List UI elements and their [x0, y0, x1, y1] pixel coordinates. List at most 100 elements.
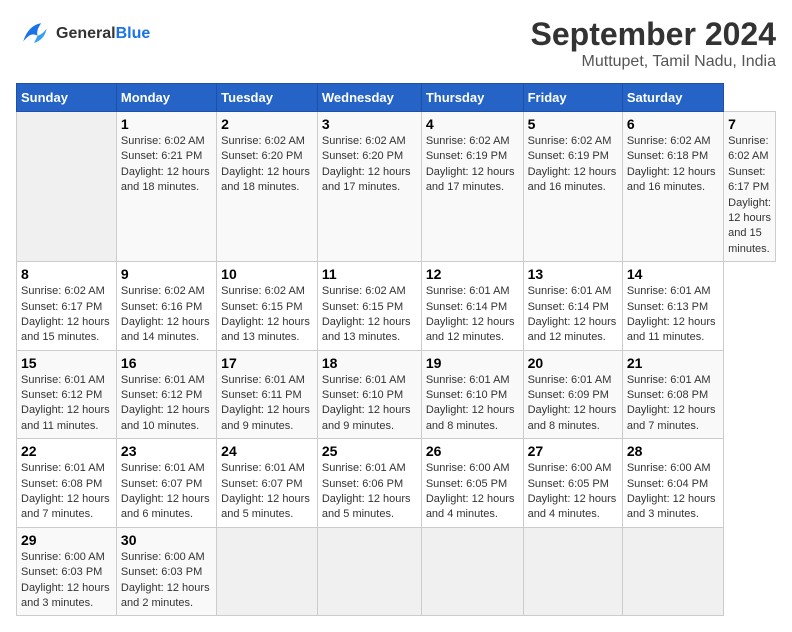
day-number: 15 — [21, 355, 112, 371]
calendar-cell: 13 Sunrise: 6:01 AMSunset: 6:14 PMDayligh… — [523, 262, 622, 351]
day-number: 20 — [528, 355, 618, 371]
day-number: 21 — [627, 355, 719, 371]
day-info: Sunrise: 6:00 AMSunset: 6:03 PMDaylight:… — [121, 550, 212, 612]
header-row: Sunday Monday Tuesday Wednesday Thursday… — [17, 84, 776, 112]
calendar-cell: 3Sunrise: 6:02 AMSunset: 6:20 PMDaylight… — [317, 112, 421, 262]
day-info: Sunrise: 6:01 AMSunset: 6:07 PMDaylight:… — [121, 461, 212, 523]
day-info: Sunrise: 6:00 AMSunset: 6:03 PMDaylight:… — [21, 550, 112, 612]
calendar-cell — [17, 112, 117, 262]
calendar-week-5: 29 Sunrise: 6:00 AMSunset: 6:03 PMDayligh… — [17, 527, 776, 616]
col-tuesday: Tuesday — [217, 84, 318, 112]
day-info: Sunrise: 6:02 AMSunset: 6:17 PMDaylight:… — [21, 284, 112, 346]
day-number: 17 — [221, 355, 313, 371]
day-number: 7 — [728, 116, 771, 132]
day-number: 11 — [322, 266, 417, 282]
day-info: Sunrise: 6:02 AMSunset: 6:19 PMDaylight:… — [426, 134, 519, 196]
calendar-cell: 26 Sunrise: 6:00 AMSunset: 6:05 PMDayligh… — [421, 439, 523, 528]
day-number: 30 — [121, 532, 212, 548]
calendar-cell: 25 Sunrise: 6:01 AMSunset: 6:06 PMDayligh… — [317, 439, 421, 528]
calendar-title-block: September 2024 Muttupet, Tamil Nadu, Ind… — [531, 16, 776, 71]
logo-icon — [16, 16, 52, 52]
day-number: 16 — [121, 355, 212, 371]
col-sunday: Sunday — [17, 84, 117, 112]
day-info: Sunrise: 6:02 AMSunset: 6:15 PMDaylight:… — [221, 284, 313, 346]
calendar-cell: 11 Sunrise: 6:02 AMSunset: 6:15 PMDayligh… — [317, 262, 421, 351]
page-header: GeneralBlue September 2024 Muttupet, Tam… — [16, 16, 776, 71]
calendar-cell: 30 Sunrise: 6:00 AMSunset: 6:03 PMDayligh… — [116, 527, 216, 616]
calendar-cell: 24 Sunrise: 6:01 AMSunset: 6:07 PMDayligh… — [217, 439, 318, 528]
calendar-cell: 23 Sunrise: 6:01 AMSunset: 6:07 PMDayligh… — [116, 439, 216, 528]
calendar-cell: 4Sunrise: 6:02 AMSunset: 6:19 PMDaylight… — [421, 112, 523, 262]
calendar-cell — [421, 527, 523, 616]
day-info: Sunrise: 6:01 AMSunset: 6:13 PMDaylight:… — [627, 284, 719, 346]
calendar-cell: 1Sunrise: 6:02 AMSunset: 6:21 PMDaylight… — [116, 112, 216, 262]
calendar-cell: 19 Sunrise: 6:01 AMSunset: 6:10 PMDayligh… — [421, 350, 523, 439]
calendar-cell: 8 Sunrise: 6:02 AMSunset: 6:17 PMDaylight… — [17, 262, 117, 351]
calendar-cell: 2 Sunrise: 6:02 AMSunset: 6:20 PMDaylight… — [217, 112, 318, 262]
day-number: 14 — [627, 266, 719, 282]
day-info: Sunrise: 6:02 AMSunset: 6:16 PMDaylight:… — [121, 284, 212, 346]
calendar-cell: 16 Sunrise: 6:01 AMSunset: 6:12 PMDayligh… — [116, 350, 216, 439]
day-number: 28 — [627, 443, 719, 459]
calendar-cell — [217, 527, 318, 616]
day-number: 13 — [528, 266, 618, 282]
calendar-cell: 5 Sunrise: 6:02 AMSunset: 6:19 PMDaylight… — [523, 112, 622, 262]
day-info: Sunrise: 6:02 AMSunset: 6:15 PMDaylight:… — [322, 284, 417, 346]
location-subtitle: Muttupet, Tamil Nadu, India — [531, 53, 776, 71]
calendar-week-1: 1Sunrise: 6:02 AMSunset: 6:21 PMDaylight… — [17, 112, 776, 262]
month-title: September 2024 — [531, 16, 776, 53]
calendar-cell: 20Sunrise: 6:01 AMSunset: 6:09 PMDayligh… — [523, 350, 622, 439]
day-info: Sunrise: 6:02 AMSunset: 6:17 PMDaylight:… — [728, 134, 771, 257]
calendar-cell: 17Sunrise: 6:01 AMSunset: 6:11 PMDayligh… — [217, 350, 318, 439]
day-info: Sunrise: 6:01 AMSunset: 6:14 PMDaylight:… — [528, 284, 618, 346]
col-saturday: Saturday — [622, 84, 723, 112]
day-number: 5 — [528, 116, 618, 132]
day-number: 19 — [426, 355, 519, 371]
day-info: Sunrise: 6:01 AMSunset: 6:08 PMDaylight:… — [21, 461, 112, 523]
day-info: Sunrise: 6:00 AMSunset: 6:05 PMDaylight:… — [426, 461, 519, 523]
day-number: 3 — [322, 116, 417, 132]
day-number: 23 — [121, 443, 212, 459]
logo: GeneralBlue — [16, 16, 150, 52]
day-info: Sunrise: 6:01 AMSunset: 6:06 PMDaylight:… — [322, 461, 417, 523]
day-info: Sunrise: 6:02 AMSunset: 6:19 PMDaylight:… — [528, 134, 618, 196]
day-info: Sunrise: 6:02 AMSunset: 6:20 PMDaylight:… — [221, 134, 313, 196]
day-number: 27 — [528, 443, 618, 459]
calendar-week-2: 8 Sunrise: 6:02 AMSunset: 6:17 PMDaylight… — [17, 262, 776, 351]
day-info: Sunrise: 6:00 AMSunset: 6:04 PMDaylight:… — [627, 461, 719, 523]
calendar-week-3: 15 Sunrise: 6:01 AMSunset: 6:12 PMDayligh… — [17, 350, 776, 439]
calendar-cell — [523, 527, 622, 616]
calendar-cell: 22 Sunrise: 6:01 AMSunset: 6:08 PMDayligh… — [17, 439, 117, 528]
day-info: Sunrise: 6:01 AMSunset: 6:10 PMDaylight:… — [322, 373, 417, 435]
day-number: 26 — [426, 443, 519, 459]
col-friday: Friday — [523, 84, 622, 112]
day-info: Sunrise: 6:02 AMSunset: 6:18 PMDaylight:… — [627, 134, 719, 196]
day-number: 24 — [221, 443, 313, 459]
calendar-table: Sunday Monday Tuesday Wednesday Thursday… — [16, 83, 776, 616]
day-number: 25 — [322, 443, 417, 459]
day-number: 12 — [426, 266, 519, 282]
day-info: Sunrise: 6:01 AMSunset: 6:14 PMDaylight:… — [426, 284, 519, 346]
calendar-cell: 29 Sunrise: 6:00 AMSunset: 6:03 PMDayligh… — [17, 527, 117, 616]
calendar-cell — [317, 527, 421, 616]
calendar-cell: 9Sunrise: 6:02 AMSunset: 6:16 PMDaylight… — [116, 262, 216, 351]
day-number: 2 — [221, 116, 313, 132]
day-number: 8 — [21, 266, 112, 282]
day-info: Sunrise: 6:01 AMSunset: 6:10 PMDaylight:… — [426, 373, 519, 435]
day-info: Sunrise: 6:01 AMSunset: 6:12 PMDaylight:… — [121, 373, 212, 435]
calendar-cell — [622, 527, 723, 616]
calendar-cell: 14 Sunrise: 6:01 AMSunset: 6:13 PMDayligh… — [622, 262, 723, 351]
calendar-cell: 12 Sunrise: 6:01 AMSunset: 6:14 PMDayligh… — [421, 262, 523, 351]
day-info: Sunrise: 6:01 AMSunset: 6:07 PMDaylight:… — [221, 461, 313, 523]
logo-text: GeneralBlue — [56, 25, 150, 43]
day-info: Sunrise: 6:01 AMSunset: 6:12 PMDaylight:… — [21, 373, 112, 435]
day-number: 10 — [221, 266, 313, 282]
col-monday: Monday — [116, 84, 216, 112]
day-number: 18 — [322, 355, 417, 371]
day-number: 22 — [21, 443, 112, 459]
day-number: 29 — [21, 532, 112, 548]
calendar-cell: 6Sunrise: 6:02 AMSunset: 6:18 PMDaylight… — [622, 112, 723, 262]
calendar-cell: 27Sunrise: 6:00 AMSunset: 6:05 PMDayligh… — [523, 439, 622, 528]
calendar-cell: 15 Sunrise: 6:01 AMSunset: 6:12 PMDayligh… — [17, 350, 117, 439]
calendar-cell: 28 Sunrise: 6:00 AMSunset: 6:04 PMDayligh… — [622, 439, 723, 528]
